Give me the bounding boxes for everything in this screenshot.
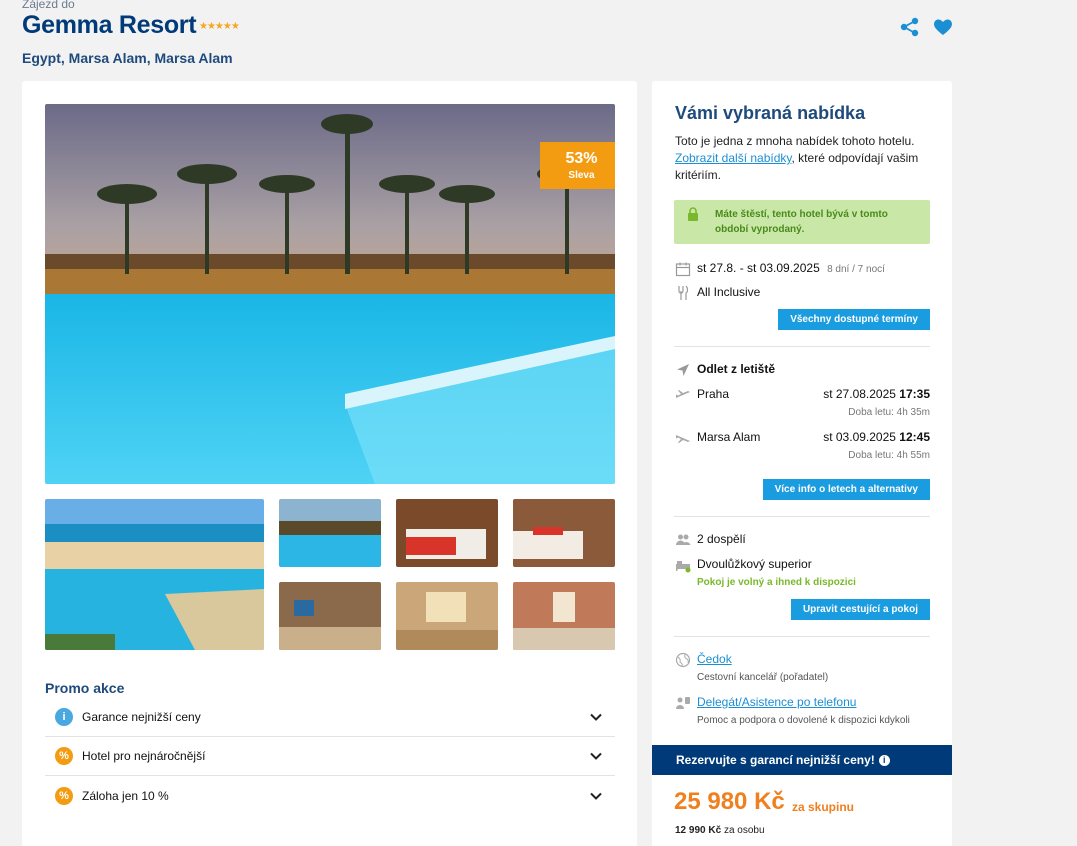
main-photo-pool[interactable]: 53% Sleva [45,104,615,484]
offer-title: Vámi vybraná nabídka [675,103,866,123]
travel-dates: st 27.8. - st 03.09.2025 [697,261,820,275]
travellers-count: 2 dospělí [697,532,746,546]
room-availability: Pokoj je volný a ihned k dispozici [697,577,856,588]
percent-icon: % [55,747,73,765]
percent-icon: % [55,786,73,805]
divider [674,636,930,637]
inbound-duration: Doba letu: 4h 55m [848,450,930,461]
support-subtitle: Pomoc a podpora o dovolené k dispozici k… [697,715,910,726]
outbound-time: 17:35 [899,387,930,401]
promo-item-label: Garance nejnižší ceny [82,710,201,724]
outbound-place: Praha [697,387,730,401]
chevron-down-icon [590,792,602,800]
globe-icon [675,652,691,668]
people-icon [676,534,691,545]
edit-travellers-button[interactable]: Upravit cestující a pokoj [790,599,930,620]
chevron-down-icon [590,752,602,760]
bed-icon [676,561,691,573]
offer-description: Toto je jedna z mnoha nabídek tohoto hot… [675,134,919,182]
thumb-beach-pool[interactable] [45,499,264,650]
support-person-icon [676,697,690,709]
guarantee-text: Rezervujte s garancí nejnižší ceny! [676,753,875,767]
agency-subtitle: Cestovní kancelář (pořadatel) [697,672,829,683]
plane-takeoff-icon [676,390,690,398]
thumb-lobby-1[interactable] [279,582,381,650]
calendar-icon [675,262,691,277]
promo-item-label: Záloha jen 10 % [82,788,169,803]
info-icon[interactable]: i [878,754,890,766]
notice-text: Máte štěstí, tento hotel bývá v tomto ob… [715,209,888,235]
departure-heading: Odlet z letiště [697,362,776,376]
promo-heading: Promo akce [45,680,125,696]
travel-duration: 8 dní / 7 nocí [827,264,885,275]
support-link[interactable]: Delegát/Asistence po telefonu [697,695,856,709]
share-icon[interactable] [899,16,921,38]
more-offers-link[interactable]: Zobrazit další nabídky [675,151,792,165]
outbound-duration: Doba letu: 4h 35m [848,407,930,418]
fork-knife-icon [678,285,689,300]
navigation-arrow-icon [677,364,689,376]
guarantee-bar: Rezervujte s garancí nejnižší ceny! i [652,745,952,775]
chevron-down-icon [590,713,602,721]
discount-percent: 53% [565,150,598,167]
gallery-card: 53% Sleva Promo akce i Garance nejnižší … [22,81,637,846]
promo-item-guarantee[interactable]: i Garance nejnižší ceny [45,698,615,737]
per-person-price: 12 990 Kč [675,825,722,836]
header-kicker: Zájezd do [22,0,75,11]
star-rating: ★★★★★ [199,21,240,32]
all-dates-button[interactable]: Všechny dostupné termíny [778,309,930,330]
per-person-suffix: za osobu [723,825,765,836]
thumb-bedroom-2[interactable] [513,499,615,567]
board-type: All Inclusive [697,285,761,299]
offer-card: Vámi vybraná nabídka Toto je jedna z mno… [652,81,952,846]
thumb-restaurant[interactable] [513,582,615,650]
lock-icon [688,207,698,221]
info-icon: i [55,708,73,726]
inbound-place: Marsa Alam [697,430,761,444]
outbound-date: st 27.08.2025 [823,387,896,401]
discount-badge: 53% Sleva [540,142,615,189]
sellout-notice: Máte štěstí, tento hotel bývá v tomto ob… [674,200,930,244]
hotel-title: Gemma Resort [22,11,197,39]
discount-label: Sleva [568,170,595,181]
promo-item-label: Hotel pro nejnáročnější [82,749,206,763]
thumb-bedroom-1[interactable] [396,499,498,567]
hotel-location: Egypt, Marsa Alam, Marsa Alam [22,50,233,66]
thumb-pool-evening[interactable] [279,499,381,567]
price-suffix: za skupinu [792,800,855,814]
heart-icon[interactable] [932,16,954,38]
promo-item-deposit[interactable]: % Záloha jen 10 % [45,776,615,815]
room-type: Dvoulůžkový superior [697,557,812,571]
promo-item-premium[interactable]: % Hotel pro nejnáročnější [45,737,615,776]
divider [674,516,930,517]
inbound-date: st 03.09.2025 [823,430,896,444]
divider [674,346,930,347]
thumb-lobby-2[interactable] [396,582,498,650]
plane-landing-icon [676,435,690,443]
flight-info-button[interactable]: Více info o letech a alternativy [762,479,930,500]
total-price: 25 980 Kč [674,788,785,815]
agency-link[interactable]: Čedok [697,652,732,666]
inbound-time: 12:45 [899,430,930,444]
